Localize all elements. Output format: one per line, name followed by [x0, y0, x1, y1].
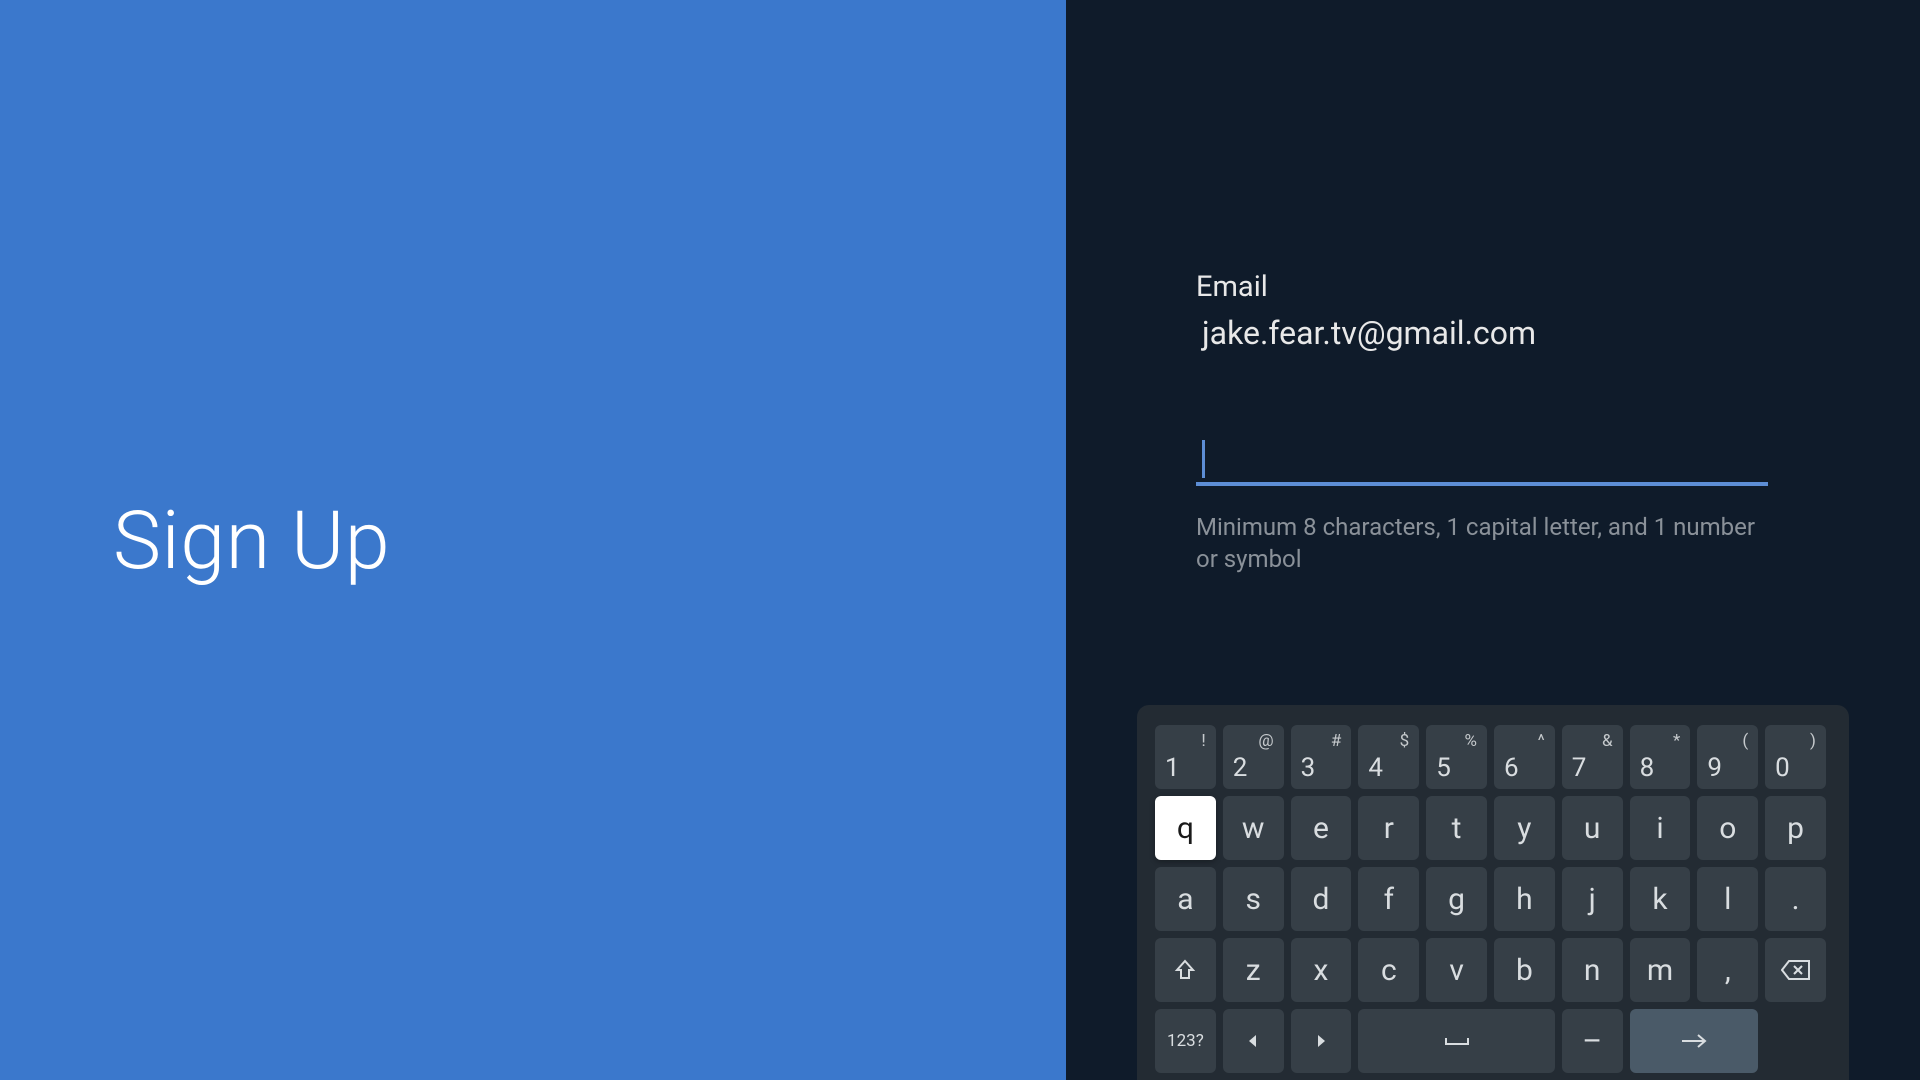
- key-t[interactable]: t: [1426, 796, 1487, 860]
- key-1[interactable]: !1: [1155, 725, 1216, 789]
- key-m[interactable]: m: [1630, 938, 1691, 1002]
- arrow-left-icon: [1247, 1034, 1259, 1048]
- key-2[interactable]: @2: [1223, 725, 1284, 789]
- key-j[interactable]: j: [1562, 867, 1623, 931]
- key-3[interactable]: #3: [1291, 725, 1352, 789]
- key-w[interactable]: w: [1223, 796, 1284, 860]
- page-title: Sign Up: [113, 493, 390, 588]
- key-z[interactable]: z: [1223, 938, 1284, 1002]
- key-period[interactable]: .: [1765, 867, 1826, 931]
- key-y[interactable]: y: [1494, 796, 1555, 860]
- key-sup: &: [1602, 731, 1613, 751]
- key-arrow-right[interactable]: [1291, 1009, 1352, 1073]
- key-sup: ^: [1538, 731, 1545, 751]
- key-main: 4: [1368, 753, 1383, 783]
- key-g[interactable]: g: [1426, 867, 1487, 931]
- password-input-wrapper: [1196, 438, 1768, 486]
- arrow-right-long-icon: [1680, 1033, 1708, 1049]
- key-6[interactable]: ^6: [1494, 725, 1555, 789]
- key-c[interactable]: c: [1358, 938, 1419, 1002]
- password-hint: Minimum 8 characters, 1 capital letter, …: [1196, 511, 1768, 576]
- key-d[interactable]: d: [1291, 867, 1352, 931]
- key-b[interactable]: b: [1494, 938, 1555, 1002]
- key-sup: %: [1465, 731, 1477, 751]
- key-sup: (: [1742, 731, 1748, 751]
- key-main: 8: [1640, 753, 1655, 783]
- key-backspace[interactable]: [1765, 938, 1826, 1002]
- key-h[interactable]: h: [1494, 867, 1555, 931]
- key-0[interactable]: )0: [1765, 725, 1826, 789]
- keyboard-row-2: qwertyuiop: [1155, 796, 1831, 860]
- key-q[interactable]: q: [1155, 796, 1216, 860]
- keyboard-row-3: asdfghjkl.: [1155, 867, 1831, 931]
- key-comma[interactable]: ,: [1697, 938, 1758, 1002]
- key-5[interactable]: %5: [1426, 725, 1487, 789]
- key-main: 1: [1165, 753, 1180, 783]
- key-main: 7: [1572, 753, 1587, 783]
- arrow-right-icon: [1315, 1034, 1327, 1048]
- key-p[interactable]: p: [1765, 796, 1826, 860]
- keyboard-row-4: zxcvbnm,: [1155, 938, 1831, 1002]
- right-panel: Email jake.fear.tv@gmail.com Minimum 8 c…: [1066, 0, 1920, 1080]
- key-shift[interactable]: [1155, 938, 1216, 1002]
- key-7[interactable]: &7: [1562, 725, 1623, 789]
- onscreen-keyboard: !1@2#3$4%5^6&7*8(9)0 qwertyuiop asdfghjk…: [1137, 705, 1849, 1080]
- key-sup: *: [1673, 731, 1680, 751]
- key-enter[interactable]: [1630, 1009, 1759, 1073]
- key-main: 9: [1707, 753, 1722, 783]
- key-u[interactable]: u: [1562, 796, 1623, 860]
- key-main: 3: [1301, 753, 1316, 783]
- key-main: 5: [1436, 753, 1451, 783]
- key-arrow-left[interactable]: [1223, 1009, 1284, 1073]
- key-l[interactable]: l: [1697, 867, 1758, 931]
- key-4[interactable]: $4: [1358, 725, 1419, 789]
- email-label: Email: [1196, 270, 1790, 304]
- key-dash[interactable]: –: [1562, 1009, 1623, 1073]
- signup-form: Email jake.fear.tv@gmail.com Minimum 8 c…: [1066, 0, 1920, 576]
- key-o[interactable]: o: [1697, 796, 1758, 860]
- key-main: 6: [1504, 753, 1519, 783]
- space-icon: [1444, 1035, 1470, 1047]
- key-x[interactable]: x: [1291, 938, 1352, 1002]
- key-n[interactable]: n: [1562, 938, 1623, 1002]
- key-r[interactable]: r: [1358, 796, 1419, 860]
- keyboard-row-numbers: !1@2#3$4%5^6&7*8(9)0: [1155, 725, 1831, 789]
- text-cursor: [1202, 440, 1205, 478]
- key-9[interactable]: (9: [1697, 725, 1758, 789]
- key-main: 0: [1775, 753, 1790, 783]
- backspace-icon: [1781, 959, 1811, 981]
- key-v[interactable]: v: [1426, 938, 1487, 1002]
- key-f[interactable]: f: [1358, 867, 1419, 931]
- key-mode-switch[interactable]: 123?: [1155, 1009, 1216, 1073]
- key-e[interactable]: e: [1291, 796, 1352, 860]
- key-i[interactable]: i: [1630, 796, 1691, 860]
- keyboard-row-5: 123? –: [1155, 1009, 1831, 1073]
- key-sup: #: [1331, 731, 1341, 751]
- email-value[interactable]: jake.fear.tv@gmail.com: [1196, 314, 1790, 352]
- shift-icon: [1173, 958, 1197, 982]
- password-field[interactable]: [1196, 438, 1768, 486]
- key-sup: !: [1201, 731, 1205, 751]
- key-8[interactable]: *8: [1630, 725, 1691, 789]
- key-sup: $: [1400, 731, 1410, 751]
- key-sup: @: [1258, 731, 1273, 751]
- key-main: 2: [1233, 753, 1248, 783]
- key-a[interactable]: a: [1155, 867, 1216, 931]
- key-space[interactable]: [1358, 1009, 1554, 1073]
- key-s[interactable]: s: [1223, 867, 1284, 931]
- key-sup: ): [1810, 731, 1816, 751]
- key-k[interactable]: k: [1630, 867, 1691, 931]
- left-panel: Sign Up: [0, 0, 1066, 1080]
